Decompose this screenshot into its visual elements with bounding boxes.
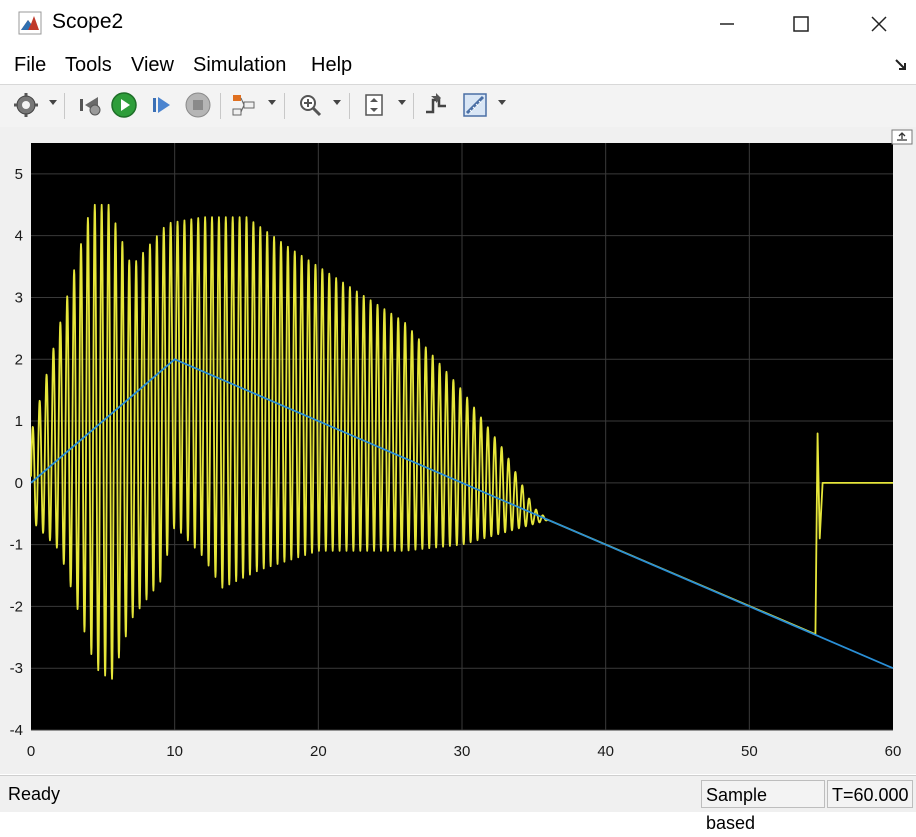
x-tick-label: 40 [597, 743, 614, 760]
undock-arrow-icon[interactable] [894, 58, 908, 72]
x-tick-label: 60 [885, 743, 902, 760]
y-tick-label: 4 [15, 228, 23, 245]
toolbar-separator [349, 93, 350, 119]
close-icon [871, 16, 887, 32]
y-tick-label: -3 [10, 660, 23, 677]
minimize-button[interactable] [696, 0, 758, 48]
x-tick-label: 10 [166, 743, 183, 760]
signal-select-icon [232, 95, 255, 116]
plot-area: 0 10 20 30 40 50 60 5 4 3 2 1 0 -1 -2 -3 -4 [0, 127, 916, 774]
maximize-button[interactable] [770, 0, 832, 48]
triggers-button[interactable] [420, 90, 452, 120]
measure-dropdown-arrow[interactable] [498, 100, 506, 105]
close-button[interactable] [848, 0, 910, 48]
settings-dropdown-arrow[interactable] [49, 100, 57, 105]
y-tick-label: 1 [15, 413, 23, 430]
zoom-button[interactable] [294, 90, 326, 120]
scale-axes-icon [365, 94, 383, 116]
stop-button[interactable] [182, 90, 214, 120]
step-forward-button[interactable] [146, 90, 176, 120]
step-back-icon [80, 97, 101, 116]
zoom-icon [300, 95, 322, 117]
menu-tools[interactable]: Tools [65, 54, 112, 77]
toolbar-separator [64, 93, 65, 119]
status-bar: Ready Sample based T=60.000 [0, 775, 916, 833]
minimize-icon [720, 23, 734, 25]
scope-plot[interactable]: 0 10 20 30 40 50 60 543210-1-2-3-4 [0, 127, 916, 774]
maximize-icon [793, 16, 809, 32]
scale-axes-dropdown-arrow[interactable] [398, 100, 406, 105]
menu-bar: File Tools View Simulation Help [0, 50, 916, 82]
settings-button[interactable] [10, 90, 42, 120]
gear-icon [14, 93, 38, 117]
stop-icon [185, 92, 211, 118]
signal-select-button[interactable] [228, 90, 260, 120]
status-ready-text: Ready [8, 784, 61, 804]
y-tick-label: 2 [15, 351, 23, 368]
scale-axes-button[interactable] [358, 90, 390, 120]
step-forward-icon [153, 97, 170, 113]
y-tick-label: 3 [15, 289, 23, 306]
toolbar-separator [284, 93, 285, 119]
measure-icon [463, 93, 487, 117]
menu-simulation[interactable]: Simulation [193, 54, 286, 77]
zoom-dropdown-arrow[interactable] [333, 100, 341, 105]
x-tick-label: 50 [741, 743, 758, 760]
x-tick-labels: 0 10 20 30 40 50 60 [27, 743, 902, 760]
y-tick-label: -1 [10, 537, 23, 554]
x-tick-label: 20 [310, 743, 327, 760]
title-bar: Scope2 [0, 0, 916, 48]
toolbar-separator [220, 93, 221, 119]
run-button[interactable] [108, 90, 140, 120]
triggers-icon [426, 93, 446, 114]
menu-view[interactable]: View [131, 54, 174, 77]
y-tick-label: -2 [10, 598, 23, 615]
y-tick-label: 0 [15, 475, 23, 492]
x-tick-label: 30 [454, 743, 471, 760]
y-tick-label: 5 [15, 166, 23, 183]
run-icon [111, 92, 137, 118]
y-tick-labels: 5 4 3 2 1 0 -1 -2 -3 -4 [10, 166, 23, 739]
toolbar-separator [413, 93, 414, 119]
time-indicator: T=60.000 [827, 780, 913, 808]
measure-button[interactable] [458, 90, 492, 120]
matlab-logo-icon [18, 11, 42, 35]
window-title: Scope2 [52, 10, 124, 33]
y-tick-label: -4 [10, 722, 23, 739]
menu-help[interactable]: Help [311, 54, 352, 77]
toolbar [0, 84, 916, 128]
step-back-button[interactable] [74, 90, 104, 120]
x-tick-label: 0 [27, 743, 35, 760]
menu-file[interactable]: File [14, 54, 46, 77]
signal-select-dropdown-arrow[interactable] [268, 100, 276, 105]
sample-mode-indicator: Sample based [701, 780, 825, 833]
